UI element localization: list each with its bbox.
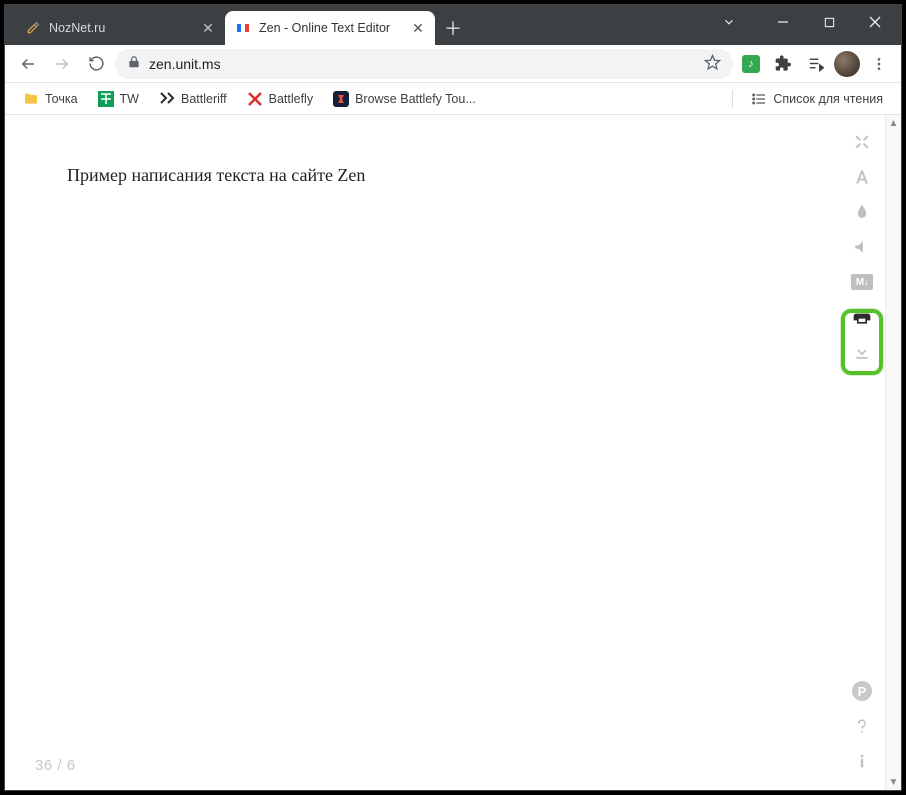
font-button[interactable]	[851, 166, 873, 188]
avatar	[834, 51, 860, 77]
profile-avatar[interactable]	[833, 50, 861, 78]
lock-icon	[127, 55, 141, 72]
bookmark-label: Battleriff	[181, 92, 227, 106]
new-tab-button[interactable]: ＋	[439, 14, 467, 42]
stats-counter: 36 / 6	[35, 757, 76, 774]
markdown-badge: M↓	[851, 274, 873, 290]
bookmark-label: Battlefly	[269, 92, 313, 106]
side-toolbar-bottom: P	[851, 680, 873, 772]
battlefly-icon	[247, 91, 263, 107]
theme-button[interactable]	[851, 201, 873, 223]
download-button[interactable]	[851, 341, 873, 363]
close-icon[interactable]: ✕	[201, 21, 215, 35]
fullscreen-button[interactable]	[851, 131, 873, 153]
bookmark-item[interactable]: Browse Battlefy Tou...	[325, 87, 484, 111]
info-button[interactable]	[851, 750, 873, 772]
folder-icon	[23, 91, 39, 107]
bookmark-item[interactable]: Battlefly	[239, 87, 321, 111]
address-bar[interactable]: zen.unit.ms	[115, 49, 733, 79]
bookmarks-bar: Точка TW Battleriff Battlefly Browse Bat…	[5, 83, 901, 115]
battlefy-icon	[333, 91, 349, 107]
bookmark-item[interactable]: Точка	[15, 87, 86, 111]
tw-icon	[98, 91, 114, 107]
reading-list-label: Список для чтения	[773, 92, 883, 106]
editor-text: Пример написания текста на сайте Zen	[67, 165, 822, 186]
extensions-button[interactable]	[769, 50, 797, 78]
browser-toolbar: zen.unit.ms ♪	[5, 45, 901, 83]
browser-tabstrip: NozNet.ru ✕ Zen - Online Text Editor ✕ ＋	[5, 5, 901, 45]
editor-area[interactable]: Пример написания текста на сайте Zen	[5, 115, 884, 790]
tab-search-button[interactable]	[707, 7, 751, 37]
page-content: Пример написания текста на сайте Zen 36 …	[5, 115, 901, 790]
reading-list-icon	[751, 91, 767, 107]
media-control-icon[interactable]	[801, 50, 829, 78]
url-text: zen.unit.ms	[149, 56, 221, 72]
wrench-icon	[25, 20, 41, 36]
word-count: 6	[67, 757, 76, 774]
battleriff-icon	[159, 91, 175, 107]
sound-button[interactable]	[851, 236, 873, 258]
bookmark-label: TW	[120, 92, 139, 106]
zen-favicon-icon	[235, 20, 251, 36]
bookmark-item[interactable]: Battleriff	[151, 87, 235, 111]
bookmark-label: Browse Battlefy Tou...	[355, 92, 476, 106]
window-controls	[707, 5, 901, 45]
patreon-button[interactable]: P	[851, 680, 873, 702]
bookmark-star-icon[interactable]	[704, 54, 721, 74]
music-extension-icon[interactable]: ♪	[737, 50, 765, 78]
bookmark-label: Точка	[45, 92, 78, 106]
bookmark-item[interactable]: TW	[90, 87, 147, 111]
forward-button[interactable]	[47, 49, 77, 79]
side-toolbar-top: M↓	[851, 131, 873, 363]
separator	[732, 90, 733, 108]
window-maximize-button[interactable]	[807, 7, 851, 37]
tab-title: NozNet.ru	[49, 21, 193, 35]
window-minimize-button[interactable]	[761, 7, 805, 37]
markdown-button[interactable]: M↓	[851, 271, 873, 293]
close-icon[interactable]: ✕	[411, 21, 425, 35]
scroll-down-button[interactable]: ▼	[886, 774, 901, 790]
vertical-scrollbar[interactable]: ▲ ▼	[885, 115, 901, 790]
char-count: 36	[35, 757, 53, 774]
scroll-up-button[interactable]: ▲	[886, 115, 901, 131]
print-button[interactable]	[851, 306, 873, 328]
reload-button[interactable]	[81, 49, 111, 79]
back-button[interactable]	[13, 49, 43, 79]
menu-button[interactable]	[865, 50, 893, 78]
browser-tab-active[interactable]: Zen - Online Text Editor ✕	[225, 11, 435, 45]
reading-list-button[interactable]: Список для чтения	[743, 87, 891, 111]
window-close-button[interactable]	[853, 7, 897, 37]
browser-tab-inactive[interactable]: NozNet.ru ✕	[15, 11, 225, 45]
help-button[interactable]	[851, 715, 873, 737]
tab-title: Zen - Online Text Editor	[259, 21, 403, 35]
